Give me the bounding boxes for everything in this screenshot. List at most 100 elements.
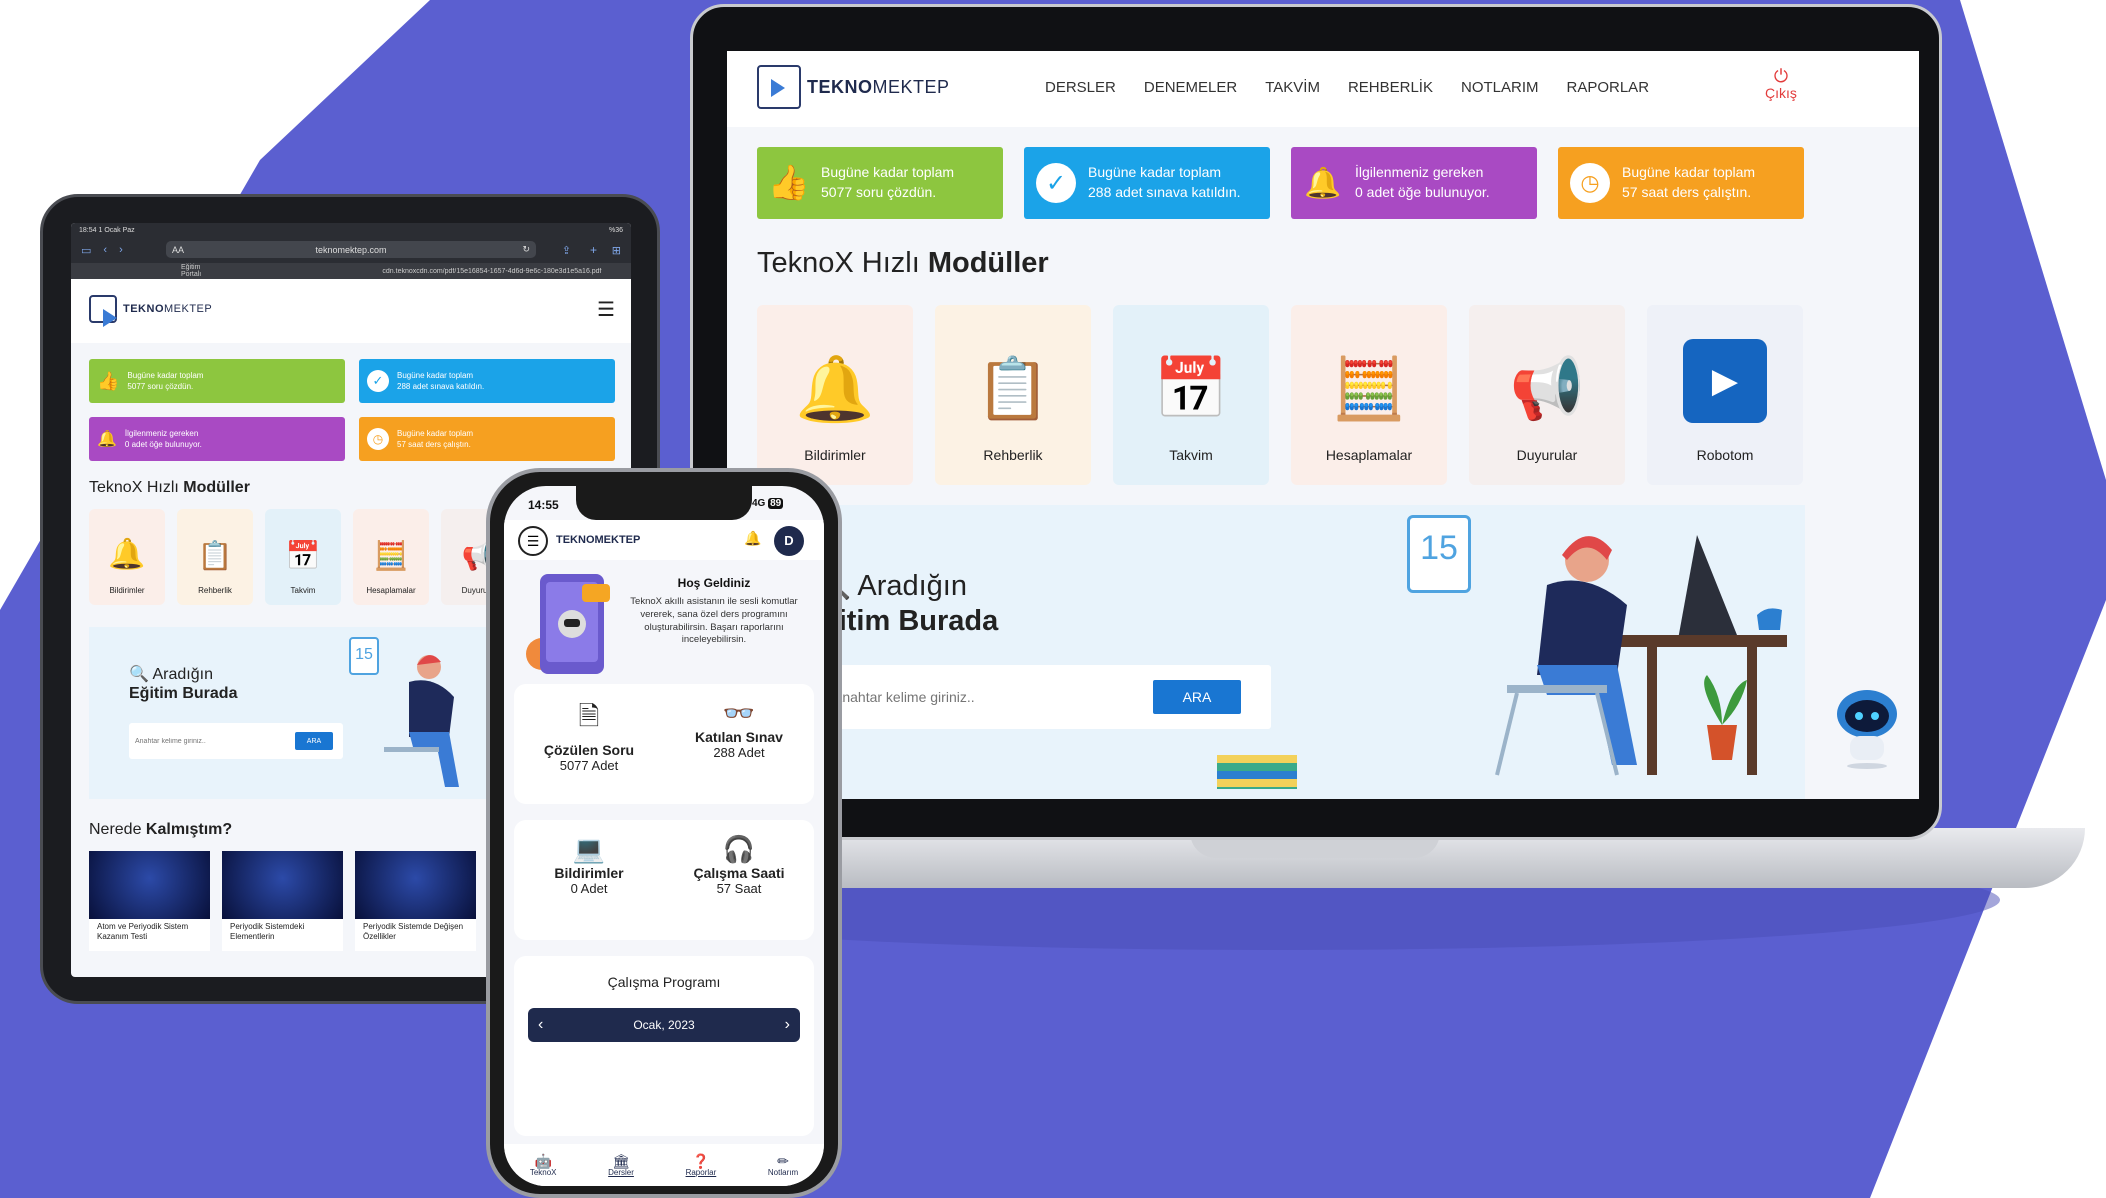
search-button[interactable]: ARA [1153, 680, 1241, 714]
module-hesaplamalar[interactable]: 🧮 Hesaplamalar [1291, 305, 1447, 485]
url-bar[interactable]: AA teknomektep.com ↻ [166, 241, 536, 258]
phone-time: 14:55 [528, 498, 559, 512]
tablet-search-input[interactable] [135, 737, 295, 745]
browser-tabs: Eğitim Portalı cdn.teknoxcdn.com/pdf/15e… [71, 263, 631, 279]
tablet-module-bildirimler[interactable]: 🔔 Bildirimler [89, 509, 165, 605]
nav-dersler[interactable]: DERSLER [1045, 79, 1116, 96]
module-robotom[interactable]: ▶ Robotom [1647, 305, 1803, 485]
tablet-stat-exams[interactable]: ✓ Bugüne kadar toplam 288 adet sınava katı… [359, 359, 615, 403]
phone-header: ☰ TEKNOMEKTEP 🔔 D [504, 520, 824, 560]
bank-icon: 🏛 [612, 1152, 630, 1169]
tablet-module-rehberlik[interactable]: 📋 Rehberlik [177, 509, 253, 605]
tablet-search-button[interactable]: ARA [295, 732, 333, 750]
menu-icon[interactable]: ☰ [518, 526, 548, 556]
phone-screen: 14:55 4G 89 ☰ TEKNOMEKTEP 🔔 D Hoş Geldin… [504, 486, 824, 1186]
clock-icon: ◷ [367, 428, 389, 450]
tablet-search-box: ARA [129, 723, 343, 759]
logout-button[interactable]: ⏻ Çıkış [1765, 67, 1797, 101]
pencil-icon: ✏ [777, 1152, 789, 1169]
stat-card-solved[interactable]: 👍 Bugüne kadar toplam 5077 soru çözdün. [757, 147, 1003, 219]
continue-title: Nerede Kalmıştım? [89, 821, 233, 838]
calendar-icon: 📅 [285, 540, 321, 571]
nav-notlarim[interactable]: NOTLARIM [1461, 79, 1539, 96]
welcome-text: TeknoX akıllı asistanın ile sesli komutl… [630, 596, 798, 646]
metric-hours[interactable]: 🎧 Çalışma Saati 57 Saat [674, 834, 804, 896]
prev-month-icon[interactable]: ‹ [538, 1016, 543, 1034]
metric-exams[interactable]: 👓 Katılan Sınav 288 Adet [674, 698, 804, 760]
stat-card-exams[interactable]: ✓ Bugüne kadar toplam 288 adet sınava kat… [1024, 147, 1270, 219]
module-duyurular[interactable]: 📢 Duyurular [1469, 305, 1625, 485]
video-card[interactable]: Atom ve Periyodik Sistem Kazanım Testi [89, 851, 210, 951]
clock-icon: ◷ [1570, 163, 1610, 203]
tab-pdf[interactable]: cdn.teknoxcdn.com/pdf/15e16854-1657-4d6d… [382, 268, 631, 275]
bell-icon: 🔔 [1304, 166, 1342, 200]
search-heading: 🔍 Aradığın ğitim Burada [821, 570, 999, 637]
metric-solved[interactable]: 🗎 Çözülen Soru 5077 Adet [524, 698, 654, 773]
video-thumbnail [355, 851, 476, 919]
tab-dersler[interactable]: 🏛 Dersler [608, 1154, 634, 1177]
headphones-icon: 🎧 [722, 834, 756, 864]
tab-notlarim[interactable]: ✏ Notlarım [768, 1154, 798, 1177]
document-icon: 🗎 [578, 701, 600, 731]
avatar[interactable]: D [774, 526, 804, 556]
laptop-screen: TEKNOMEKTEP DERSLER DENEMELER TAKVİM REH… [727, 51, 1919, 799]
tablet-modules-title: TeknoX Hızlı Modüller [89, 479, 250, 496]
calendar-icon: 📅 [1153, 355, 1229, 422]
studying-person-illustration [384, 655, 459, 787]
stat-card-pending[interactable]: 🔔 İlgilenmeniz gereken 0 adet öğe bulunuy… [1291, 147, 1537, 219]
browser-toolbar: ▭ ‹ › AA teknomektep.com ↻ ⇪ + ⊞ [71, 237, 631, 263]
top-header: TEKNOMEKTEP DERSLER DENEMELER TAKVİM REH… [727, 51, 1919, 127]
tablet-module-takvim[interactable]: 📅 Takvim [265, 509, 341, 605]
tablet-stat-hours[interactable]: ◷ Bugüne kadar toplam 57 saat ders çalıştı… [359, 417, 615, 461]
main-nav: DERSLER DENEMELER TAKVİM REHBERLİK NOTLA… [1045, 79, 1649, 96]
module-rehberlik[interactable]: 📋 Rehberlik [935, 305, 1091, 485]
check-icon: ✓ [1036, 163, 1076, 203]
calculator-icon: 🧮 [1331, 355, 1407, 422]
search-box: ARA [821, 665, 1271, 729]
share-icon[interactable]: ⇪ [562, 244, 571, 257]
next-month-icon[interactable]: › [785, 1016, 790, 1034]
brand-logo[interactable]: TEKNOMEKTEP [757, 65, 950, 109]
modules-title: TeknoX Hızlı Modüller [757, 247, 1049, 279]
sidebar-icon[interactable]: ▭ [81, 244, 91, 257]
tablet-module-hesaplamalar[interactable]: 🧮 Hesaplamalar [353, 509, 429, 605]
search-input[interactable] [833, 689, 1153, 705]
back-icon[interactable]: ‹ [103, 244, 107, 256]
tablet-stat-solved[interactable]: 👍 Bugüne kadar toplam 5077 soru çözdün. [89, 359, 345, 403]
notification-icon[interactable]: 🔔 [744, 530, 761, 547]
welcome-title: Hoş Geldiniz [677, 576, 751, 590]
robot-icon[interactable] [1832, 682, 1902, 770]
video-card[interactable]: Periyodik Sistemdeki Elementlerin [222, 851, 343, 951]
studying-person-illustration [1495, 535, 1787, 776]
module-bildirimler[interactable]: 🔔 Bildirimler [757, 305, 913, 485]
forward-icon[interactable]: › [119, 244, 123, 256]
nav-rehberlik[interactable]: REHBERLİK [1348, 79, 1433, 96]
phone-brand: TEKNOMEKTEP [556, 534, 641, 546]
metric-notifications[interactable]: 💻 Bildirimler 0 Adet [524, 834, 654, 896]
nav-denemeler[interactable]: DENEMELER [1144, 79, 1237, 96]
tab-teknox[interactable]: 🤖 TeknoX [530, 1154, 557, 1177]
calendar-illustration: 15 [349, 637, 379, 675]
bottom-tab-bar: 🤖 TeknoX 🏛 Dersler ❓ Raporlar ✏ Notlarım [504, 1144, 824, 1186]
power-icon: ⏻ [1773, 66, 1789, 86]
reload-icon[interactable]: ↻ [522, 244, 530, 255]
tab-raporlar[interactable]: ❓ Raporlar [686, 1154, 717, 1177]
announcement-icon: 📢 [1509, 355, 1585, 422]
assistant-illustration [526, 574, 610, 674]
video-card[interactable]: Periyodik Sistemde Değişen Özellikler [355, 851, 476, 951]
hamburger-menu-icon[interactable]: ☰ [597, 297, 615, 322]
books-illustration [1217, 755, 1297, 789]
glasses-icon: 👓 [722, 698, 756, 728]
metrics-card-bottom: 💻 Bildirimler 0 Adet 🎧 Çalışma Saati 57 Saat [514, 820, 814, 940]
stat-card-hours[interactable]: ◷ Bugüne kadar toplam 57 saat ders çalışt… [1558, 147, 1804, 219]
search-icon: 🔍 [129, 666, 149, 683]
tablet-logo[interactable]: TEKNOMEKTEP [89, 295, 212, 327]
nav-raporlar[interactable]: RAPORLAR [1567, 79, 1650, 96]
tablet-stat-pending[interactable]: 🔔 İlgilenmeniz gereken 0 adet öğe bulunuyo… [89, 417, 345, 461]
new-tab-icon[interactable]: + [590, 243, 597, 257]
nav-takvim[interactable]: TAKVİM [1265, 79, 1320, 96]
phone-status: 4G 89 [752, 498, 784, 509]
tab-egitim-portali[interactable]: Eğitim Portalı [181, 264, 222, 278]
module-takvim[interactable]: 📅 Takvim [1113, 305, 1269, 485]
tabs-icon[interactable]: ⊞ [612, 244, 621, 257]
